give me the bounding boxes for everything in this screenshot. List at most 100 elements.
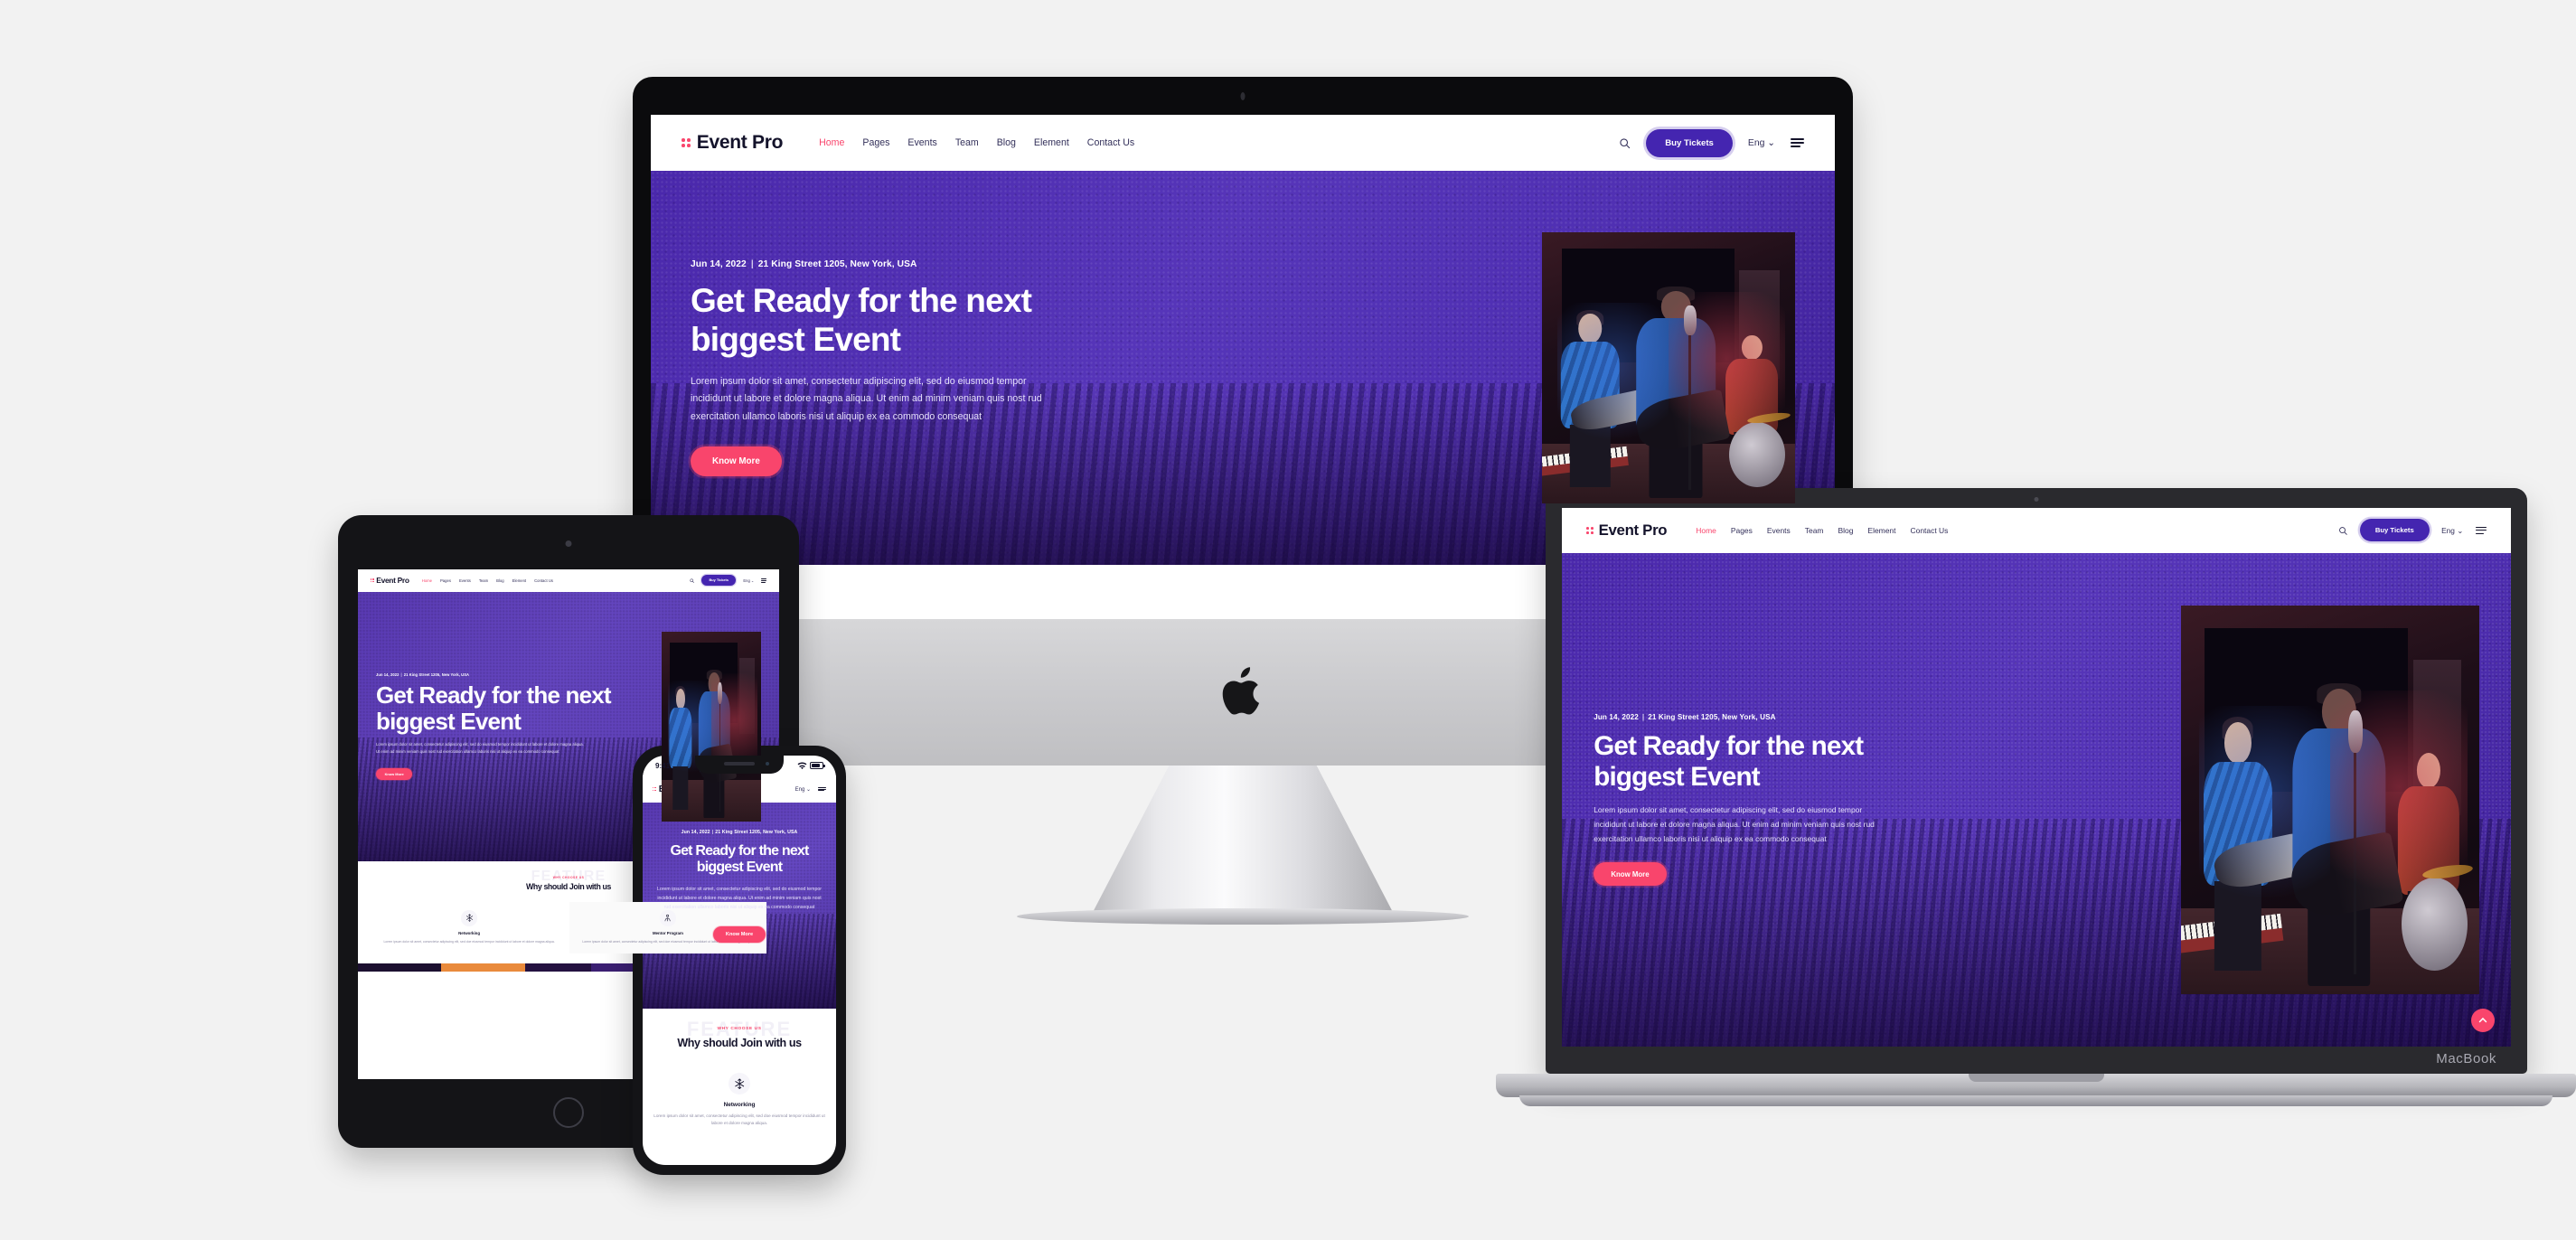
feature-text: Lorem ipsum dolor sit amet, consectetur …	[653, 1113, 825, 1126]
search-icon[interactable]	[2338, 526, 2347, 535]
nav-item-home[interactable]: Home	[819, 137, 844, 148]
hero-title-line2: biggest Event	[1594, 761, 1760, 792]
nav-item-pages[interactable]: Pages	[440, 578, 451, 583]
language-value: Eng	[1747, 138, 1765, 148]
brand-logo[interactable]: Event Pro	[370, 576, 409, 586]
hamburger-menu-icon[interactable]	[761, 578, 767, 583]
snowflake-icon	[729, 1073, 750, 1094]
main-nav: Home Pages Events Team Blog Element Cont…	[422, 578, 553, 583]
macbook-viewport: Event Pro Home Pages Events Team Blog El…	[1562, 508, 2511, 1047]
buy-tickets-button[interactable]: Buy Tickets	[1646, 128, 1733, 157]
hamburger-menu-icon[interactable]	[1791, 137, 1804, 148]
hero-meta: Jun 14, 2022 | 21 King Street 1205, New Yo…	[654, 830, 824, 835]
features-title: Why should Join with us	[677, 1037, 802, 1049]
hero-meta-separator: |	[400, 672, 402, 678]
phone-viewport: 9:41 Event Pro	[643, 756, 836, 1165]
hero-meta-separator: |	[1641, 712, 1645, 721]
hero-description: Lorem ipsum dolor sit amet, consectetur …	[376, 742, 584, 755]
language-selector[interactable]: Eng ⌄	[1748, 137, 1775, 148]
hero-date: Jun 14, 2022	[1594, 712, 1639, 721]
nav-item-blog[interactable]: Blog	[1838, 526, 1853, 535]
imac-base	[1017, 908, 1469, 925]
language-selector[interactable]: Eng ⌄	[795, 786, 811, 793]
brand-name: Event Pro	[376, 576, 409, 586]
hero-title: Get Ready for the next biggest Event	[376, 681, 612, 736]
hero-title: Get Ready for the next biggest Event	[691, 282, 1518, 358]
scroll-to-top-button[interactable]	[2471, 1008, 2495, 1032]
tablet-home-button[interactable]	[553, 1097, 584, 1128]
status-time: 9:41	[655, 761, 671, 770]
nav-item-element[interactable]: Element	[1867, 526, 1895, 535]
nav-item-events[interactable]: Events	[459, 578, 471, 583]
features-section: FEATURE WHY CHOOSE US Why should Join wi…	[643, 1009, 836, 1137]
buy-tickets-button[interactable]: Buy Tickets	[2360, 519, 2430, 542]
buy-tickets-button[interactable]: Buy Tickets	[701, 575, 737, 587]
nav-item-events[interactable]: Events	[907, 137, 936, 148]
macbook-base-edge	[1519, 1095, 2552, 1106]
hamburger-menu-icon[interactable]	[2475, 526, 2487, 534]
macbook-brand-label: MacBook	[2436, 1051, 2496, 1066]
navbar: Event Pro Home Pages Events Team Blog El…	[1562, 508, 2511, 553]
chevron-down-icon: ⌄	[749, 578, 755, 583]
hero-location: 21 King Street 1205, New York, USA	[1648, 712, 1776, 721]
snowflake-icon	[461, 910, 477, 926]
nav-item-pages[interactable]: Pages	[862, 137, 889, 148]
language-selector[interactable]: Eng ⌄	[743, 578, 754, 583]
hero-band-photo	[2180, 605, 2479, 994]
brand-logo[interactable]: Event Pro	[682, 132, 783, 154]
website-laptop: Event Pro Home Pages Events Team Blog El…	[1562, 508, 2511, 1047]
brand-logo[interactable]: Event Pro	[1586, 521, 1668, 540]
nav-item-team[interactable]: Team	[1805, 526, 1824, 535]
feature-card[interactable]: Networking Lorem ipsum dolor sit amet, c…	[371, 902, 567, 953]
hero-title-line1: Get Ready for the next	[691, 282, 1032, 320]
hero-location: 21 King Street 1205, New York, USA	[403, 672, 470, 678]
hero-meta-separator: |	[711, 830, 714, 835]
nav-item-contact-us[interactable]: Contact Us	[1911, 526, 1949, 535]
hero-copy: Jun 14, 2022 | 21 King Street 1205, New Yo…	[376, 672, 653, 781]
hero-section: Jun 14, 2022 | 21 King Street 1205, New Yo…	[643, 803, 836, 1009]
hero-description: Lorem ipsum dolor sit amet, consectetur …	[1594, 805, 1875, 843]
hero-location: 21 King Street 1205, New York, USA	[757, 259, 917, 270]
imac-camera-icon	[1240, 92, 1246, 100]
nav-item-blog[interactable]: Blog	[997, 137, 1016, 148]
nav-item-team[interactable]: Team	[955, 137, 979, 148]
nav-item-contact-us[interactable]: Contact Us	[1087, 137, 1134, 148]
logo-dots-icon	[370, 578, 374, 583]
nav-item-element[interactable]: Element	[1034, 137, 1069, 148]
know-more-button[interactable]: Know More	[1594, 861, 1667, 887]
apple-logo	[1222, 667, 1260, 715]
device-phone: 9:41 Event Pro	[633, 746, 846, 1175]
know-more-button[interactable]: Know More	[376, 767, 413, 781]
hero-copy: Jun 14, 2022 | 21 King Street 1205, New Yo…	[691, 259, 1518, 476]
nav-item-pages[interactable]: Pages	[1731, 526, 1753, 535]
search-icon[interactable]	[1619, 137, 1631, 149]
language-selector[interactable]: Eng ⌄	[2441, 526, 2463, 535]
hero-date: Jun 14, 2022	[691, 259, 747, 270]
nav-item-team[interactable]: Team	[479, 578, 488, 583]
nav-item-blog[interactable]: Blog	[496, 578, 503, 583]
know-more-button[interactable]: Know More	[691, 446, 782, 476]
feature-card[interactable]: Networking Lorem ipsum dolor sit amet, c…	[653, 1073, 825, 1128]
nav-item-contact-us[interactable]: Contact Us	[534, 578, 553, 583]
status-indicators	[797, 761, 825, 770]
hero-band-photo	[1542, 232, 1795, 503]
nav-item-home[interactable]: Home	[1696, 526, 1716, 535]
hamburger-menu-icon[interactable]	[818, 786, 826, 792]
navbar-actions: Buy Tickets Eng ⌄	[690, 575, 767, 587]
hero-title-line2: biggest Event	[691, 320, 901, 358]
chevron-down-icon: ⌄	[2454, 525, 2464, 535]
hero-section: Jun 14, 2022 | 21 King Street 1205, New Yo…	[651, 171, 1835, 565]
nav-item-events[interactable]: Events	[1767, 526, 1791, 535]
navbar-actions: Buy Tickets Eng ⌄	[1619, 128, 1804, 157]
main-nav: Home Pages Events Team Blog Element Cont…	[1696, 526, 1948, 535]
nav-item-element[interactable]: Element	[512, 578, 526, 583]
hero-location: 21 King Street 1205, New York, USA	[715, 830, 798, 835]
search-icon[interactable]	[690, 578, 694, 583]
tablet-camera-icon	[565, 540, 572, 547]
chevron-down-icon: ⌄	[804, 786, 811, 793]
language-value: Eng	[794, 786, 805, 793]
know-more-button[interactable]: Know More	[712, 926, 766, 944]
nav-item-home[interactable]: Home	[422, 578, 432, 583]
hero-section: Jun 14, 2022 | 21 King Street 1205, New Yo…	[1562, 552, 2511, 1047]
navbar: Event Pro Home Pages Events Team Blog El…	[358, 569, 779, 592]
